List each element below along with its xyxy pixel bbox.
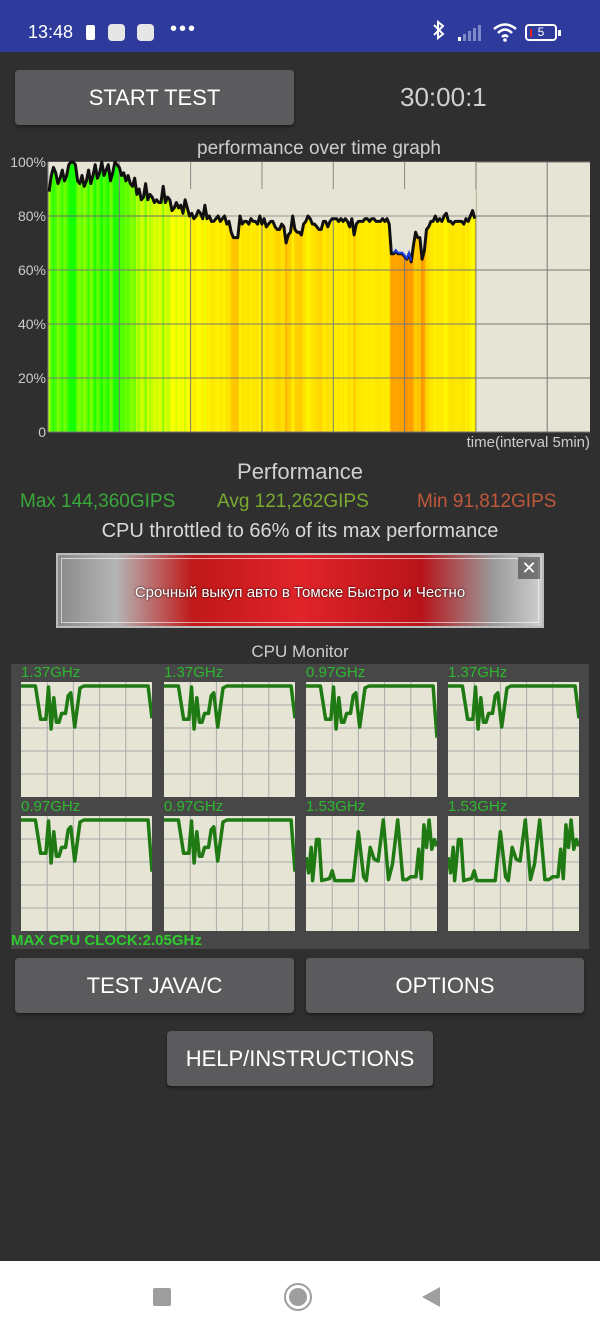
max-cpu-clock: MAX CPU CLOCK:2.05GHz xyxy=(11,932,202,949)
core-usage-line xyxy=(164,818,295,872)
y-tick-label: 100% xyxy=(10,154,46,170)
bluetooth-icon xyxy=(432,19,446,45)
home-icon[interactable] xyxy=(284,1283,312,1311)
core-usage-chart xyxy=(164,816,295,931)
y-tick-label: 40% xyxy=(18,316,46,332)
more-notifications-icon: ••• xyxy=(170,18,198,40)
core-frequency: 0.97GHz xyxy=(306,664,366,681)
test-timer: 30:00:1 xyxy=(400,82,487,112)
help-instructions-button[interactable]: HELP/INSTRUCTIONS xyxy=(167,1031,433,1086)
clock: 13:48 xyxy=(28,22,74,42)
core-usage-chart xyxy=(21,682,152,797)
core-frequency: 0.97GHz xyxy=(21,798,81,815)
test-java-c-button[interactable]: TEST JAVA/C xyxy=(15,958,294,1013)
x-axis-label: time(interval 5min) xyxy=(466,434,590,451)
core-usage-chart xyxy=(306,682,437,797)
y-tick-label: 80% xyxy=(18,208,46,224)
recents-icon[interactable] xyxy=(153,1288,171,1306)
ad-banner[interactable]: Срочный выкуп авто в Томске Быстро и Чес… xyxy=(56,553,544,628)
throttle-status: CPU throttled to 66% of its max performa… xyxy=(101,520,499,542)
min-gips: Min 91,812GIPS xyxy=(417,491,557,512)
core-usage-line xyxy=(448,818,579,883)
core-frequency: 1.53GHz xyxy=(306,798,366,815)
app-notification-icon xyxy=(108,24,125,41)
battery-level: 5 xyxy=(537,25,545,39)
core-usage-chart xyxy=(448,682,579,797)
core-usage-chart xyxy=(448,816,579,931)
start-test-button[interactable]: START TEST xyxy=(15,70,294,125)
options-button[interactable]: OPTIONS xyxy=(306,958,584,1013)
close-icon[interactable]: ✕ xyxy=(518,557,540,579)
wifi-icon xyxy=(492,22,518,48)
signal-icon xyxy=(458,25,488,41)
core-usage-chart xyxy=(21,816,152,931)
battery-icon: 5 xyxy=(525,24,561,41)
cpu-monitor-title: CPU Monitor xyxy=(251,642,349,661)
performance-graph: 0 20% 40% 60% 80% 100% xyxy=(10,154,590,440)
y-tick-label: 60% xyxy=(18,262,46,278)
core-frequency: 1.37GHz xyxy=(164,664,224,681)
core-frequency: 1.53GHz xyxy=(448,798,508,815)
core-frequency: 0.97GHz xyxy=(164,798,224,815)
core-usage-line xyxy=(21,684,152,731)
core-usage-line xyxy=(448,684,579,731)
y-tick-label: 20% xyxy=(18,370,46,386)
ad-text: Срочный выкуп авто в Томске Быстро и Чес… xyxy=(134,584,466,601)
core-usage-line xyxy=(21,818,152,872)
status-bar: 13:48 ••• 5 xyxy=(0,0,600,52)
core-usage-chart xyxy=(306,816,437,931)
core-usage-line xyxy=(306,684,437,738)
core-usage-chart xyxy=(164,682,295,797)
app-notification-icon xyxy=(137,24,154,41)
core-usage-line xyxy=(306,818,437,883)
max-gips: Max 144,360GIPS xyxy=(20,491,176,512)
y-tick-label: 0 xyxy=(38,424,46,440)
battery-small-icon xyxy=(86,25,95,40)
core-frequency: 1.37GHz xyxy=(21,664,81,681)
core-usage-line xyxy=(164,684,295,731)
back-icon[interactable] xyxy=(422,1287,440,1307)
avg-gips: Avg 121,262GIPS xyxy=(217,491,369,512)
core-frequency: 1.37GHz xyxy=(448,664,508,681)
performance-heading: Performance xyxy=(237,459,363,484)
